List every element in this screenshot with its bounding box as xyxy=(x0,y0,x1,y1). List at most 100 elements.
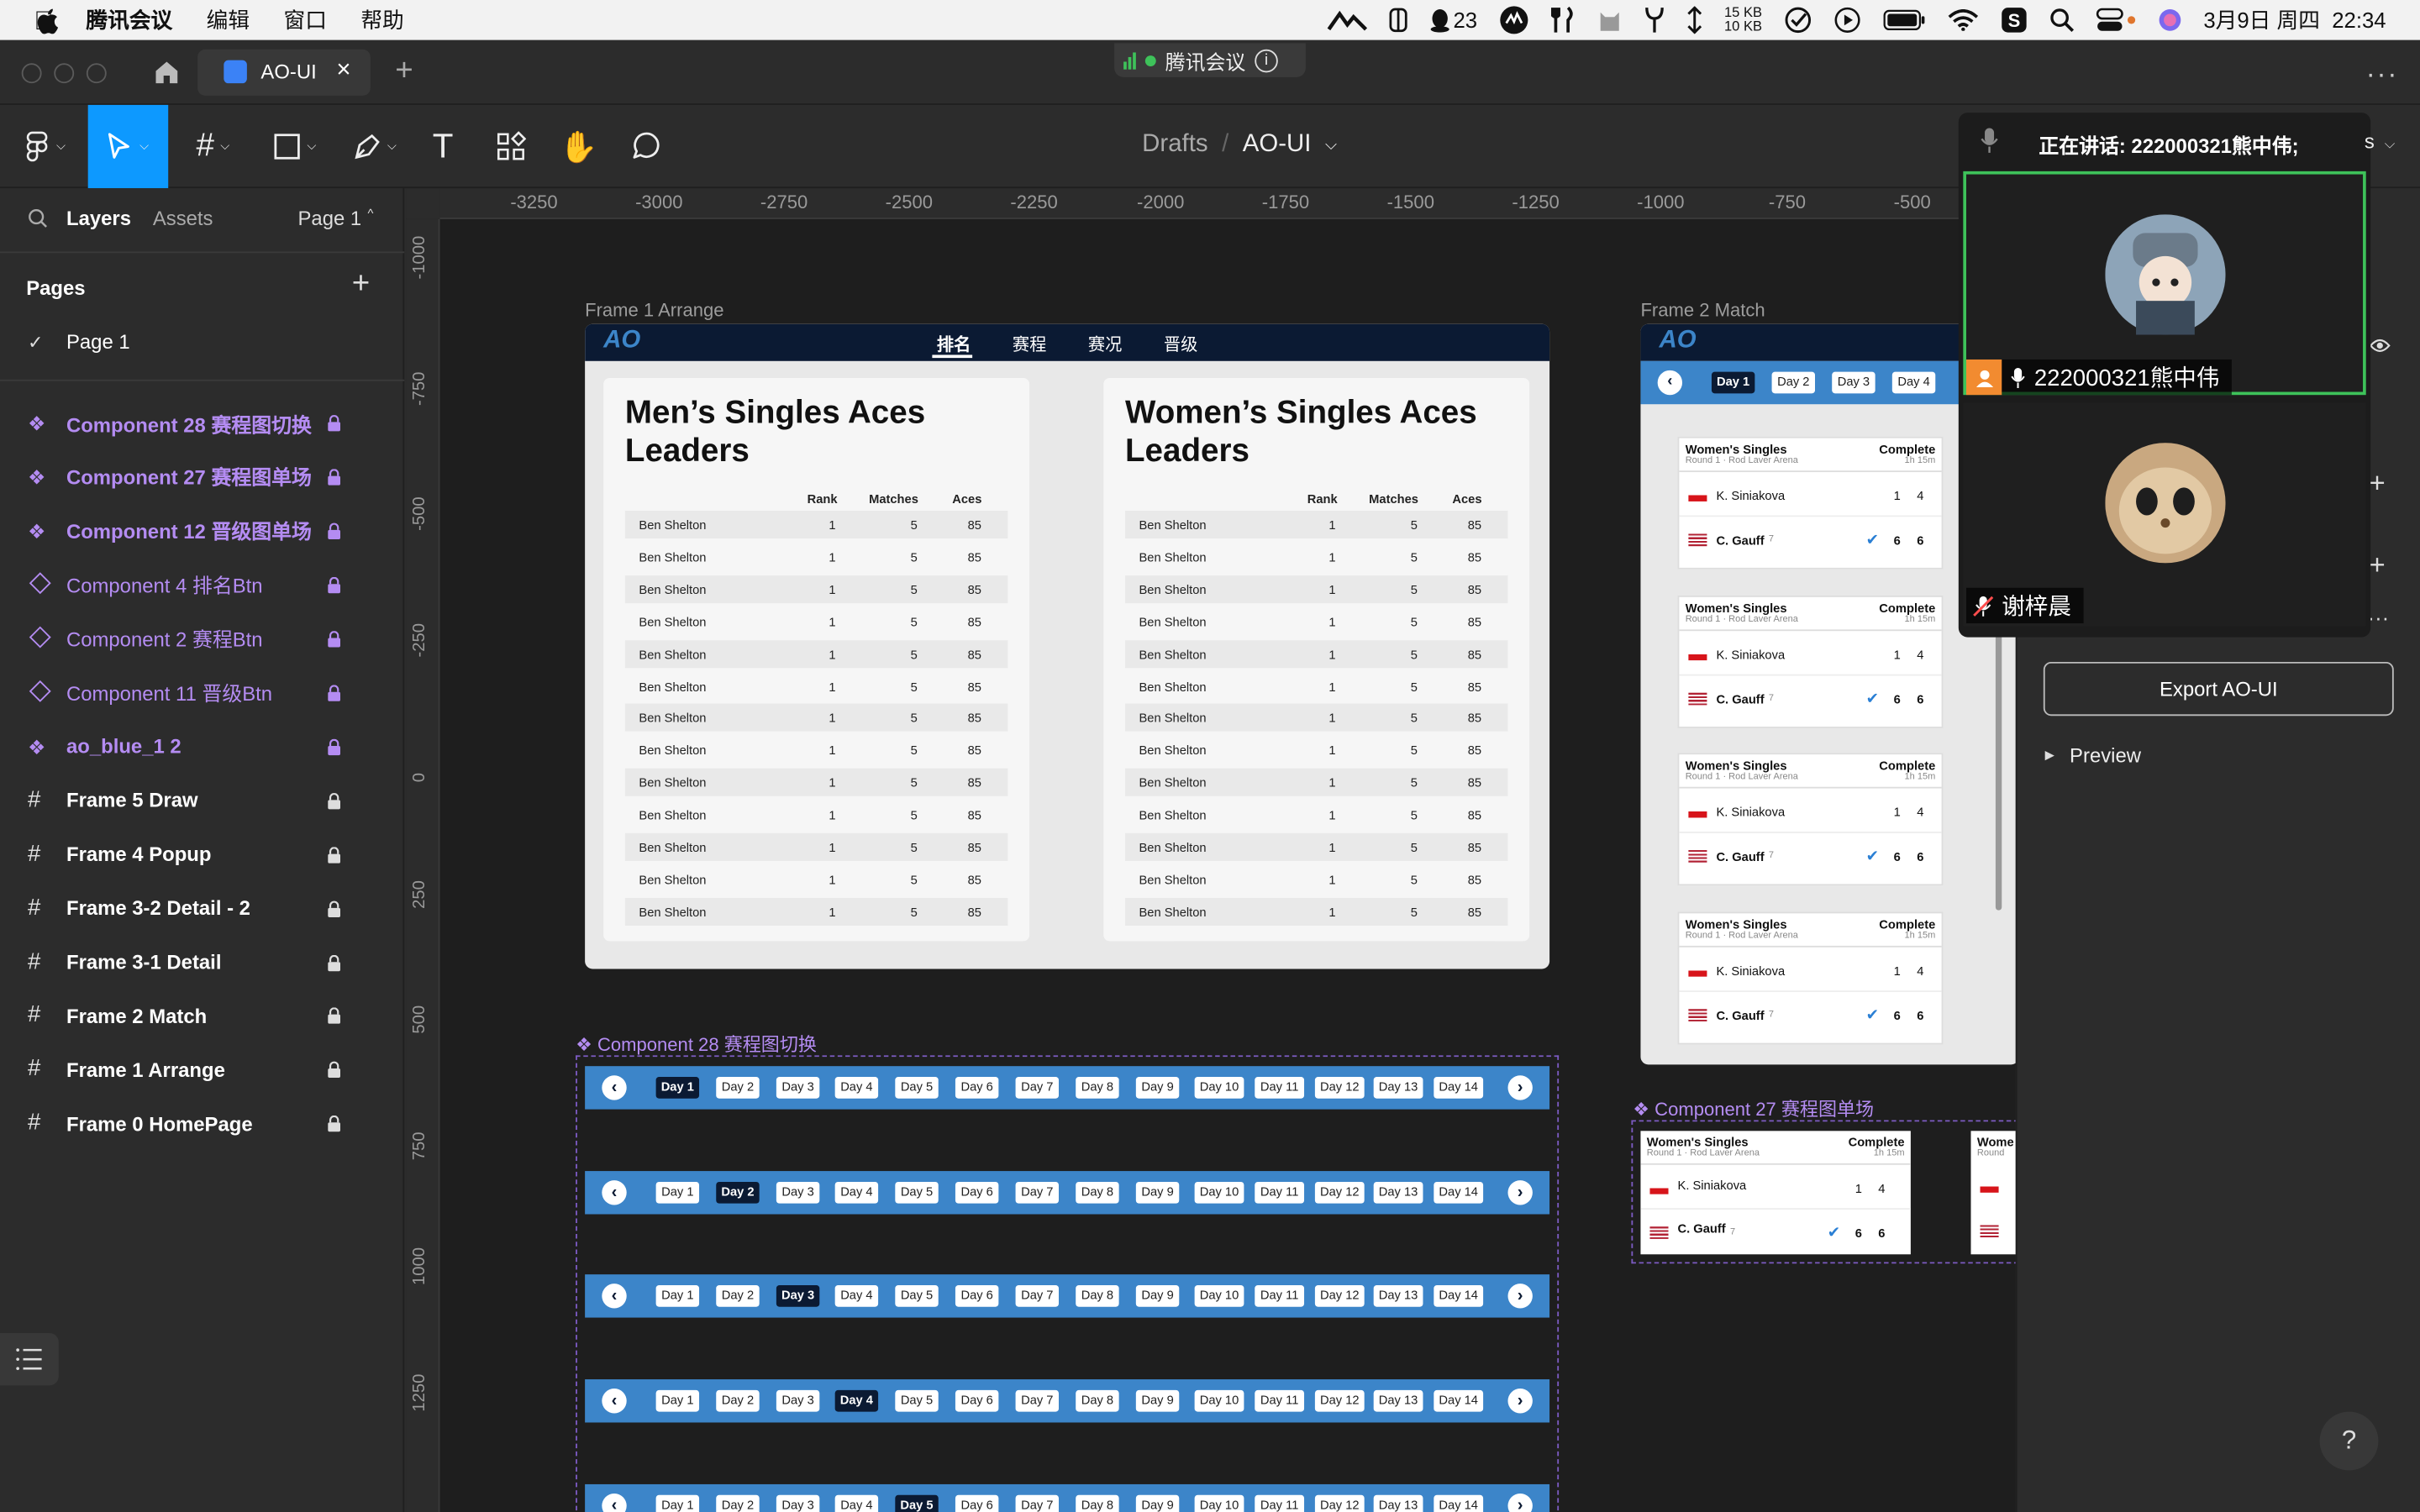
day-chip[interactable]: Day 7 xyxy=(1015,1494,1060,1512)
page-item-page1[interactable]: Page 1 xyxy=(66,330,130,354)
lock-icon[interactable] xyxy=(327,630,341,648)
prev-day-icon[interactable]: ‹ xyxy=(602,1284,627,1309)
day-chip[interactable]: Day 4 xyxy=(834,1181,879,1204)
table-row[interactable]: Ben Shelton 1 5 85 xyxy=(624,832,1008,861)
breadcrumb-drafts[interactable]: Drafts xyxy=(1142,131,1207,159)
frame1-label[interactable]: Frame 1 Arrange xyxy=(585,299,723,321)
text-tool-button[interactable]: T xyxy=(420,105,466,188)
day-chip[interactable]: Day 3 xyxy=(776,1285,820,1307)
lock-icon[interactable] xyxy=(327,900,341,917)
day-chip[interactable]: Day 5 xyxy=(895,1181,939,1204)
layer-item[interactable]: # Frame 5 Draw xyxy=(0,777,404,823)
nav-tab-advance[interactable]: 晋级 xyxy=(1164,332,1197,356)
layer-item[interactable]: # Frame 2 Match xyxy=(0,993,404,1039)
pen-tool-button[interactable]: ⌵ xyxy=(339,105,410,188)
tools-icon[interactable] xyxy=(1551,6,1576,34)
prev-day-icon[interactable]: ‹ xyxy=(602,1493,627,1512)
table-row[interactable]: Ben Shelton 1 5 85 xyxy=(1124,832,1508,861)
day-chip[interactable]: Day 8 xyxy=(1076,1389,1119,1412)
chevron-down-icon[interactable]: ⌵ xyxy=(1325,137,1337,159)
day-chip[interactable]: Day 14 xyxy=(1434,1389,1484,1412)
table-row[interactable]: Ben Shelton 1 5 85 xyxy=(1124,639,1508,668)
layer-item[interactable]: Component 4 排名Btn xyxy=(0,561,404,607)
prev-day-icon[interactable]: ‹ xyxy=(1657,370,1683,396)
layer-item[interactable]: ❖ ao_blue_1 2 xyxy=(0,723,404,769)
layer-item[interactable]: # Frame 1 Arrange xyxy=(0,1047,404,1093)
day-chip[interactable]: Day 9 xyxy=(1135,1389,1180,1412)
table-row[interactable]: Ben Shelton 1 5 85 xyxy=(1124,736,1508,764)
menu-edit[interactable]: 编辑 xyxy=(207,5,250,36)
prev-day-icon[interactable]: ‹ xyxy=(602,1389,627,1414)
prev-day-icon[interactable]: ‹ xyxy=(602,1075,627,1100)
day-chip[interactable]: Day 1 xyxy=(655,1389,700,1412)
day-chip[interactable]: Day 1 xyxy=(655,1077,700,1099)
day-chip[interactable]: Day 10 xyxy=(1194,1389,1244,1412)
day-chip[interactable]: Day 13 xyxy=(1373,1389,1423,1412)
day-chip[interactable]: Day 13 xyxy=(1373,1181,1423,1204)
match-card[interactable]: Women's Singles Round 1 · Rod Laver Arena… xyxy=(1677,595,1944,728)
day-chip[interactable]: Day 12 xyxy=(1314,1285,1365,1307)
menu-help[interactable]: 帮助 xyxy=(360,5,403,36)
table-row[interactable]: Ben Shelton 1 5 85 xyxy=(624,736,1008,764)
main-menu-button[interactable]: ⌵ xyxy=(13,105,81,188)
zoom-window-button[interactable] xyxy=(86,63,107,84)
match-card[interactable]: Women's Singles Round 1 · Rod Laver Arena… xyxy=(1677,436,1944,570)
tab-layers[interactable]: Layers xyxy=(66,207,131,230)
day-chip[interactable]: Day 11 xyxy=(1255,1285,1305,1307)
day-chip[interactable]: Day 4 xyxy=(1891,371,1936,394)
day-chip[interactable]: Day 2 xyxy=(716,1389,760,1412)
mic-icon[interactable] xyxy=(1981,127,1999,155)
add-icon[interactable]: + xyxy=(2369,549,2385,582)
frame2-label[interactable]: Frame 2 Match xyxy=(1640,299,1765,321)
meeting-badge[interactable]: 腾讯会议 i xyxy=(1114,43,1306,77)
add-icon[interactable]: + xyxy=(2369,468,2385,501)
qq-icon[interactable]: 23 xyxy=(1428,8,1477,33)
lock-icon[interactable] xyxy=(327,738,341,755)
day-chip[interactable]: Day 13 xyxy=(1373,1077,1423,1099)
next-day-icon[interactable]: › xyxy=(1507,1075,1533,1100)
lock-icon[interactable] xyxy=(327,1008,341,1025)
triangle-right-icon[interactable]: ▶ xyxy=(2045,748,2054,763)
table-row[interactable]: Ben Shelton 1 5 85 xyxy=(1124,704,1508,732)
battery-icon[interactable] xyxy=(1882,9,1925,31)
table-row[interactable]: Ben Shelton 1 5 85 xyxy=(1124,575,1508,603)
day-chip[interactable]: Day 10 xyxy=(1194,1077,1244,1099)
home-icon[interactable] xyxy=(153,59,181,87)
table-row[interactable]: Ben Shelton 1 5 85 xyxy=(624,671,1008,700)
day-chip[interactable]: Day 2 xyxy=(716,1181,760,1204)
lock-icon[interactable] xyxy=(327,415,341,432)
comment-tool-button[interactable] xyxy=(623,105,666,188)
day-chip[interactable]: Day 5 xyxy=(895,1077,939,1099)
layer-item[interactable]: # Frame 3-2 Detail - 2 xyxy=(0,885,404,931)
day-chip[interactable]: Day 8 xyxy=(1076,1494,1119,1512)
more-icon[interactable]: ··· xyxy=(2368,605,2390,629)
chevron-down-icon[interactable]: ⌵ xyxy=(2385,136,2396,153)
apple-logo-icon[interactable] xyxy=(35,7,59,34)
check-circle-icon[interactable] xyxy=(1784,6,1812,34)
video-tile-participant[interactable]: 谢梓晨 xyxy=(1963,402,2366,627)
next-day-icon[interactable]: › xyxy=(1507,1493,1533,1512)
component27-label[interactable]: ❖ Component 27 赛程图单场 xyxy=(1633,1095,1874,1121)
day-chip[interactable]: Day 11 xyxy=(1255,1494,1305,1512)
shape-tool-button[interactable]: ⌵ xyxy=(260,105,330,188)
lock-icon[interactable] xyxy=(327,846,341,864)
day-chip[interactable]: Day 4 xyxy=(834,1285,879,1307)
day-chip[interactable]: Day 7 xyxy=(1015,1389,1060,1412)
day-chip[interactable]: Day 12 xyxy=(1314,1389,1365,1412)
day-chip[interactable]: Day 6 xyxy=(955,1389,999,1412)
more-menu-icon[interactable]: ··· xyxy=(2366,59,2399,92)
day-chip[interactable]: Day 10 xyxy=(1194,1285,1244,1307)
day-chip[interactable]: Day 13 xyxy=(1373,1494,1423,1512)
day-chip[interactable]: Day 2 xyxy=(716,1285,760,1307)
layer-item[interactable]: # Frame 4 Popup xyxy=(0,831,404,877)
table-row[interactable]: Ben Shelton 1 5 85 xyxy=(624,769,1008,797)
day-chip[interactable]: Day 2 xyxy=(1771,371,1816,394)
hand-tool-button[interactable]: ✋ xyxy=(555,105,602,188)
next-day-icon[interactable]: › xyxy=(1507,1284,1533,1309)
table-row[interactable]: Ben Shelton 1 5 85 xyxy=(1124,671,1508,700)
day-chip[interactable]: Day 8 xyxy=(1076,1285,1119,1307)
day-chip[interactable]: Day 14 xyxy=(1434,1181,1484,1204)
page-selector[interactable]: Page 1 ^ xyxy=(297,207,373,230)
day-chip[interactable]: Day 12 xyxy=(1314,1494,1365,1512)
day-chip[interactable]: Day 3 xyxy=(776,1389,820,1412)
